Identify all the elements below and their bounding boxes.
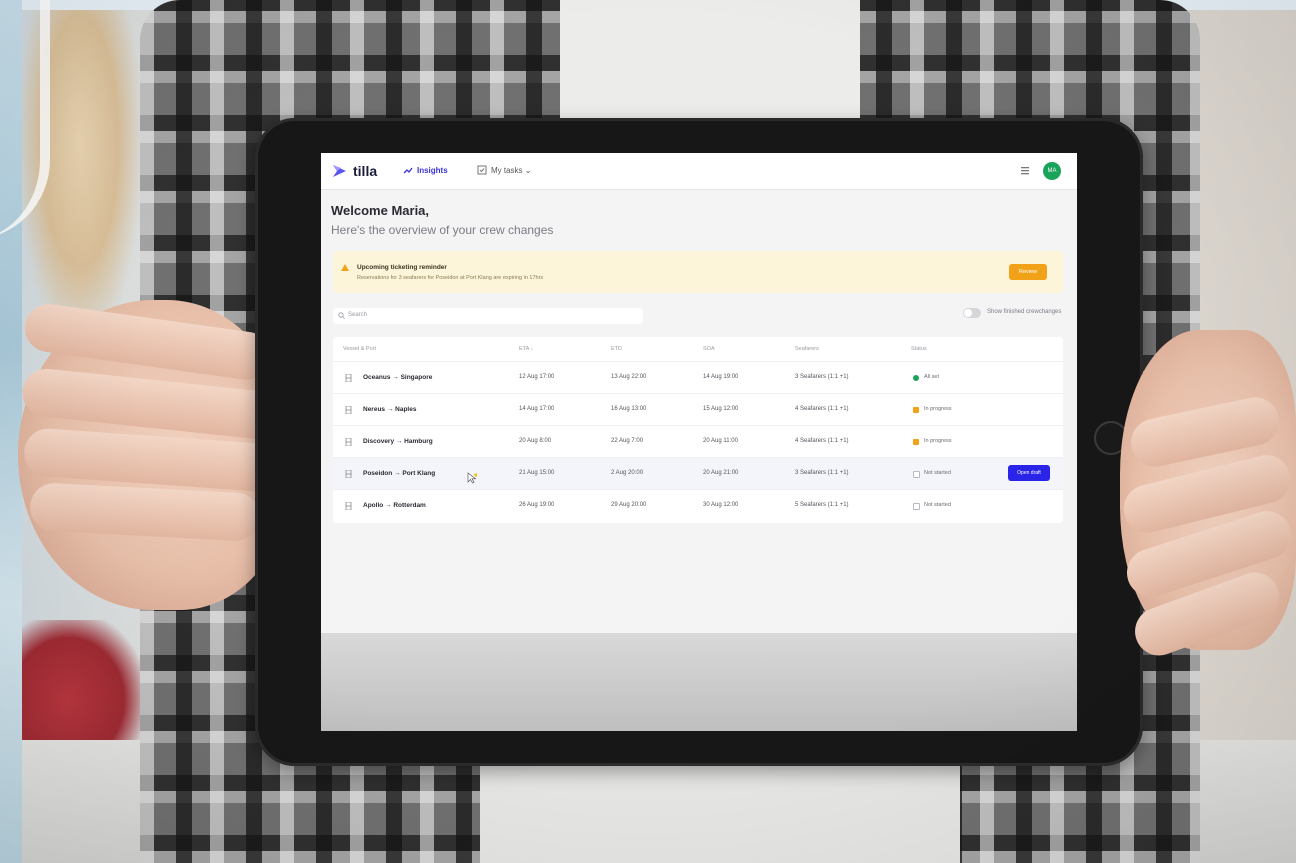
row-status: Not started (924, 502, 951, 508)
row-eta: 20 Aug 8:00 (519, 438, 552, 444)
row-etd: 16 Aug 13:00 (611, 406, 647, 412)
status-dot (913, 471, 920, 478)
column-header-eta[interactable]: ETA ↓ (519, 346, 533, 352)
row-soa: 30 Aug 12:00 (703, 502, 739, 508)
column-header-etd[interactable]: ETD (611, 346, 622, 352)
row-route: Apollo → Rotterdam (363, 502, 426, 509)
photo-scene: tilla Insights My tasks ⌄ MA Welcome Mar… (0, 0, 1296, 863)
menu-icon[interactable] (1021, 166, 1029, 175)
search-icon (338, 312, 345, 319)
row-soa: 15 Aug 12:00 (703, 406, 739, 412)
column-header-status[interactable]: Status (911, 346, 927, 352)
row-eta: 14 Aug 17:00 (519, 406, 555, 412)
ship-icon (345, 438, 352, 446)
review-button[interactable]: Review (1009, 264, 1047, 280)
toggle-label: Show finished crewchanges (987, 309, 1062, 315)
status-dot (913, 407, 919, 413)
row-status: In progress (924, 438, 952, 444)
row-eta: 12 Aug 17:00 (519, 374, 555, 380)
ticketing-reminder-banner: Upcoming ticketing reminder Reservations… (333, 251, 1063, 293)
ship-icon (345, 406, 352, 414)
user-avatar[interactable]: MA (1043, 162, 1061, 180)
row-status: Not started (924, 470, 951, 476)
ship-icon (345, 470, 352, 478)
status-dot (913, 503, 920, 510)
tasks-icon (477, 165, 487, 175)
status-dot (913, 439, 919, 445)
screen-glare (321, 633, 1077, 731)
trend-icon (403, 167, 413, 174)
crew-changes-table: Vessel & Port ETA ↓ ETD SOA Seafarers St… (333, 337, 1063, 523)
tilla-logo-icon (333, 165, 346, 177)
row-soa: 20 Aug 11:00 (703, 438, 738, 444)
row-soa: 20 Aug 21:00 (703, 470, 739, 476)
page-title: Welcome Maria, (331, 203, 430, 218)
ship-icon (345, 374, 352, 382)
reminder-title: Upcoming ticketing reminder (357, 264, 447, 271)
white-tshirt-lower (480, 760, 960, 863)
row-seafarers: 4 Seafarers (1:1 +1) (795, 438, 849, 444)
row-route: Oceanus → Singapore (363, 374, 433, 381)
row-soa: 14 Aug 19:00 (703, 374, 739, 380)
column-header-soa[interactable]: SOA (703, 346, 715, 352)
page-subtitle: Here's the overview of your crew changes (331, 223, 554, 237)
app-logo[interactable]: tilla (353, 163, 377, 179)
column-header-vessel-port[interactable]: Vessel & Port (343, 346, 376, 352)
warning-icon (341, 264, 349, 271)
table-row[interactable]: Apollo → Rotterdam 26 Aug 19:00 29 Aug 2… (333, 489, 1063, 522)
table-row[interactable]: Oceanus → Singapore 12 Aug 17:00 13 Aug … (333, 361, 1063, 394)
row-etd: 13 Aug 22:00 (611, 374, 647, 380)
reminder-text: Reservations for 3 seafarers for Poseido… (357, 275, 544, 281)
show-finished-toggle[interactable] (963, 308, 981, 318)
open-draft-button[interactable]: Open draft (1008, 465, 1050, 481)
row-etd: 29 Aug 20:00 (611, 502, 647, 508)
cursor-icon (467, 472, 477, 484)
row-seafarers: 5 Seafarers (1:1 +1) (795, 502, 849, 508)
row-etd: 2 Aug 20:00 (611, 470, 644, 476)
table-row[interactable]: Discovery → Hamburg 20 Aug 8:00 22 Aug 7… (333, 425, 1063, 458)
column-header-seafarers[interactable]: Seafarers (795, 346, 819, 352)
row-seafarers: 4 Seafarers (1:1 +1) (795, 406, 849, 412)
table-row[interactable]: Poseidon → Port Klang 21 Aug 15:00 2 Aug… (333, 457, 1063, 490)
nav-my-tasks[interactable]: My tasks ⌄ (491, 166, 531, 175)
search-input[interactable]: Search (333, 308, 643, 324)
row-etd: 22 Aug 7:00 (611, 438, 644, 444)
row-route: Nereus → Naples (363, 406, 417, 413)
app-header: tilla Insights My tasks ⌄ MA (321, 153, 1077, 190)
row-eta: 26 Aug 19:00 (519, 502, 555, 508)
tablet-screen: tilla Insights My tasks ⌄ MA Welcome Mar… (321, 153, 1077, 731)
toggle-knob (964, 309, 972, 317)
row-route: Poseidon → Port Klang (363, 470, 436, 477)
nav-insights[interactable]: Insights (417, 166, 448, 175)
row-seafarers: 3 Seafarers (1:1 +1) (795, 470, 849, 476)
search-placeholder: Search (348, 312, 368, 318)
row-eta: 21 Aug 15:00 (519, 470, 555, 476)
row-status: In progress (924, 406, 952, 412)
ship-icon (345, 502, 352, 510)
row-route: Discovery → Hamburg (363, 438, 433, 445)
status-dot (913, 375, 919, 381)
row-seafarers: 3 Seafarers (1:1 +1) (795, 374, 849, 380)
row-status: All set (924, 374, 939, 380)
table-row[interactable]: Nereus → Naples 14 Aug 17:00 16 Aug 13:0… (333, 393, 1063, 426)
